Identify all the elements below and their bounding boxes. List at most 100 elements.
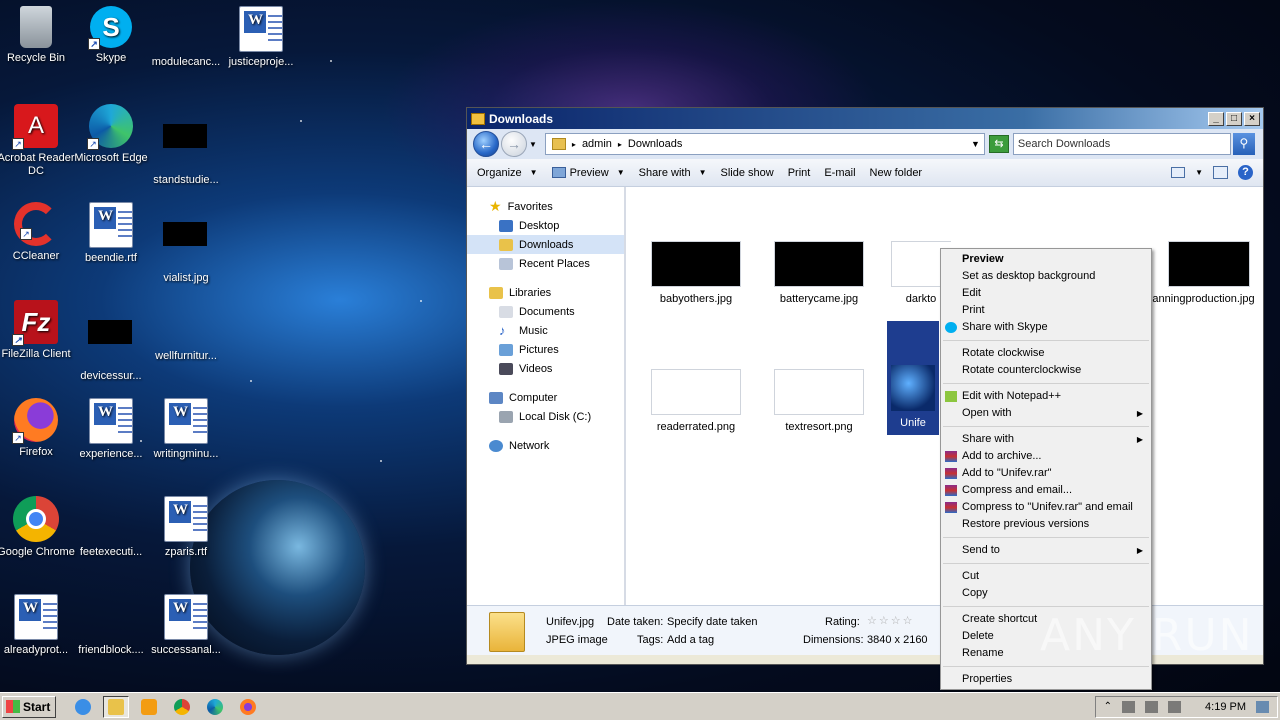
recent-pages-chevron-down-icon[interactable]: ▼	[529, 140, 537, 149]
nav-item-local-disk[interactable]: Local Disk (C:)	[467, 407, 624, 426]
taskbar-ie-button[interactable]	[70, 696, 96, 718]
menu-item-send-to[interactable]: Send to ▶	[941, 542, 1151, 559]
menu-item-compress-rar-email[interactable]: Compress to "Unifev.rar" and email	[941, 499, 1151, 516]
share-with-button[interactable]: Share with ▼	[639, 167, 707, 179]
desktop-icon-file[interactable]: beendie.rtf	[71, 202, 151, 265]
menu-item-add-to-archive[interactable]: Add to archive...	[941, 448, 1151, 465]
view-options-icon[interactable]	[1171, 167, 1186, 178]
action-center-flag-icon[interactable]	[1168, 700, 1182, 713]
menu-item-share-with[interactable]: Share with ▶	[941, 431, 1151, 448]
show-desktop-icon[interactable]	[1256, 700, 1269, 713]
desktop-icon-file[interactable]: successanal...	[146, 594, 226, 657]
nav-item-documents[interactable]: Documents	[467, 302, 624, 321]
network-status-icon[interactable]	[1145, 700, 1159, 713]
taskbar-explorer-button[interactable]	[103, 695, 129, 718]
desktop-icon-file[interactable]: zparis.rtf	[146, 496, 226, 559]
file-item[interactable]: readerrated.png	[646, 369, 746, 433]
menu-item-edit-notepad-plus[interactable]: Edit with Notepad++	[941, 388, 1151, 405]
close-button[interactable]: ×	[1244, 111, 1260, 126]
address-dropdown-chevron-down-icon[interactable]: ▼	[971, 139, 980, 149]
volume-icon[interactable]	[1122, 700, 1136, 713]
desktop-icon-file[interactable]: standstudie...	[146, 104, 226, 187]
tray-expand-icon[interactable]: ⌃	[1104, 701, 1112, 712]
nav-item-downloads[interactable]: Downloads	[467, 235, 624, 254]
nav-item-libraries[interactable]: Libraries	[467, 283, 624, 302]
rating-stars-icon[interactable]: ☆☆☆☆	[867, 614, 914, 627]
menu-item-set-desktop-background[interactable]: Set as desktop background	[941, 268, 1151, 285]
back-button[interactable]: ←	[473, 131, 499, 157]
desktop-icon-file[interactable]: vialist.jpg	[146, 202, 226, 285]
nav-item-recent-places[interactable]: Recent Places	[467, 254, 624, 273]
print-button[interactable]: Print	[788, 167, 811, 179]
desktop-icon-acrobat[interactable]: A ↗ Acrobat Reader DC	[0, 104, 76, 178]
search-icon[interactable]: ⚲	[1232, 133, 1255, 155]
menu-item-preview[interactable]: Preview	[941, 251, 1151, 268]
desktop-icon-file[interactable]: wellfurnitur...	[146, 300, 226, 363]
menu-item-properties[interactable]: Properties	[941, 671, 1151, 688]
menu-item-share-with-skype[interactable]: Share with Skype	[941, 319, 1151, 336]
menu-item-copy[interactable]: Copy	[941, 585, 1151, 602]
desktop-icon-file[interactable]: devicessur...	[71, 300, 151, 383]
file-item[interactable]: batterycame.jpg	[769, 241, 869, 305]
help-icon[interactable]: ?	[1238, 165, 1253, 180]
forward-button[interactable]: →	[501, 131, 527, 157]
breadcrumb-separator-icon[interactable]: ▸	[618, 140, 622, 149]
taskbar-firefox-button[interactable]	[235, 696, 261, 718]
breadcrumb-downloads[interactable]: Downloads	[628, 138, 682, 150]
desktop-icon-ccleaner[interactable]: ↗ CCleaner	[0, 202, 76, 263]
file-item[interactable]: anningproduction.jpg	[1146, 241, 1261, 305]
slide-show-button[interactable]: Slide show	[721, 167, 774, 179]
desktop-icon-chrome[interactable]: Google Chrome	[0, 496, 76, 559]
desktop-icon-file[interactable]: alreadyprot...	[0, 594, 76, 657]
menu-item-rotate-clockwise[interactable]: Rotate clockwise	[941, 345, 1151, 362]
preview-pane-icon[interactable]	[1213, 166, 1228, 179]
clock[interactable]: 4:19 PM	[1205, 701, 1246, 713]
desktop-icon-file[interactable]: justiceproje...	[221, 6, 301, 69]
desktop-icon-recycle-bin[interactable]: Recycle Bin	[0, 6, 76, 65]
refresh-icon[interactable]: ⇆	[988, 135, 1009, 153]
desktop-icon-firefox[interactable]: ↗ Firefox	[0, 398, 76, 459]
menu-item-print[interactable]: Print	[941, 302, 1151, 319]
maximize-button[interactable]: □	[1226, 111, 1242, 126]
breadcrumb-separator-icon[interactable]: ▸	[572, 140, 576, 149]
file-item[interactable]: textresort.png	[769, 369, 869, 433]
address-bar[interactable]: ▸ admin ▸ Downloads ▼	[544, 133, 985, 155]
desktop-icon-file[interactable]: writingminu...	[146, 398, 226, 461]
desktop-icon-edge[interactable]: ↗ Microsoft Edge	[71, 104, 151, 165]
menu-item-cut[interactable]: Cut	[941, 568, 1151, 585]
nav-item-favorites[interactable]: ★ Favorites	[467, 197, 624, 216]
email-button[interactable]: E-mail	[824, 167, 855, 179]
window-titlebar[interactable]: Downloads _ □ ×	[467, 108, 1263, 129]
taskbar-edge-button[interactable]	[202, 696, 228, 718]
taskbar-chrome-button[interactable]	[169, 696, 195, 718]
search-input[interactable]: Search Downloads	[1012, 133, 1231, 155]
desktop-icon-file[interactable]: experience...	[71, 398, 151, 461]
details-tags-value[interactable]: Add a tag	[667, 634, 714, 646]
menu-item-edit[interactable]: Edit	[941, 285, 1151, 302]
view-chevron-down-icon[interactable]: ▼	[1195, 168, 1203, 177]
new-folder-button[interactable]: New folder	[870, 167, 923, 179]
nav-item-music[interactable]: ♪ Music	[467, 321, 624, 340]
desktop-icon-file[interactable]: modulecanc...	[146, 6, 226, 69]
breadcrumb-admin[interactable]: admin	[582, 138, 612, 150]
nav-item-pictures[interactable]: Pictures	[467, 340, 624, 359]
desktop-icon-skype[interactable]: S ↗ Skype	[71, 6, 151, 65]
taskbar-media-player-button[interactable]	[136, 696, 162, 718]
menu-item-rotate-counterclockwise[interactable]: Rotate counterclockwise	[941, 362, 1151, 379]
nav-item-computer[interactable]: Computer	[467, 388, 624, 407]
desktop-icon-file[interactable]: friendblock....	[71, 594, 151, 657]
desktop-icon-file[interactable]: feetexecuti...	[71, 496, 151, 559]
details-date-taken-value[interactable]: Specify date taken	[667, 616, 758, 628]
file-item[interactable]: babyothers.jpg	[646, 241, 746, 305]
nav-item-desktop[interactable]: Desktop	[467, 216, 624, 235]
preview-button[interactable]: Preview ▼	[551, 167, 625, 179]
menu-item-add-to-rar[interactable]: Add to "Unifev.rar"	[941, 465, 1151, 482]
menu-item-open-with[interactable]: Open with ▶	[941, 405, 1151, 422]
menu-item-restore-previous-versions[interactable]: Restore previous versions	[941, 516, 1151, 533]
minimize-button[interactable]: _	[1208, 111, 1224, 126]
organize-button[interactable]: Organize ▼	[477, 167, 538, 179]
nav-item-videos[interactable]: Videos	[467, 359, 624, 378]
file-item-selected[interactable]: Unife	[887, 321, 939, 435]
menu-item-compress-and-email[interactable]: Compress and email...	[941, 482, 1151, 499]
desktop-icon-filezilla[interactable]: Fz ↗ FileZilla Client	[0, 300, 76, 361]
